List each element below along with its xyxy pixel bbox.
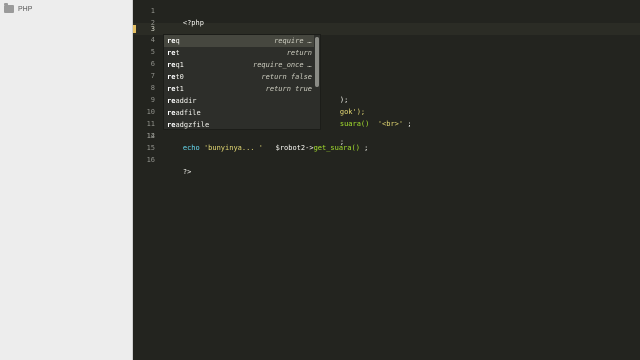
sidebar-folder-php[interactable]: PHP — [4, 3, 32, 15]
line-number: 10 — [146, 108, 155, 116]
completion-trigger: readdir — [167, 97, 197, 105]
completion-hint: return false — [261, 73, 312, 81]
autocomplete-item[interactable]: ret return — [164, 47, 314, 59]
line-number: 9 — [150, 96, 155, 104]
autocomplete-item[interactable]: ret1 return true — [164, 83, 314, 95]
completion-hint: require … — [274, 37, 312, 45]
folder-icon — [4, 3, 14, 13]
line-number: 15 — [146, 144, 155, 152]
completion-trigger: ret1 — [167, 85, 184, 93]
folder-label: PHP — [18, 5, 33, 13]
semicolon: ; — [407, 120, 412, 128]
completion-hint: require_once … — [252, 61, 312, 69]
code-line-16: ?> — [166, 154, 191, 176]
completion-hint: return true — [265, 85, 312, 93]
semicolon: ; — [364, 144, 369, 152]
completion-trigger: readgzfile — [167, 121, 210, 129]
line-number: 7 — [150, 72, 155, 80]
line-number: 8 — [150, 84, 155, 92]
completion-trigger: req1 — [167, 61, 184, 69]
line-number: 5 — [150, 48, 155, 56]
line-number: 11 — [146, 120, 155, 128]
autocomplete-item[interactable]: req require … — [164, 35, 314, 47]
code-line-8-tail: ); — [323, 82, 348, 104]
php-close-tag: ?> — [182, 168, 192, 176]
string-literal: 'bunyinya... ' — [203, 144, 263, 152]
code-editor[interactable]: 1 2 3 4 5 6 7 8 9 10 11 12 13 14 15 16 <… — [133, 0, 640, 360]
line-number-gutter: 1 2 3 4 5 6 7 8 9 10 11 12 13 14 15 16 — [133, 0, 157, 360]
autocomplete-item[interactable]: readgzfile — [164, 119, 314, 131]
line-number: 4 — [150, 36, 155, 44]
arrow-operator: -> — [305, 144, 314, 152]
string-literal: '<br>' — [377, 120, 404, 128]
code-line-14: echo 'bunyinya... ' $robot2->get_suara()… — [166, 130, 369, 152]
variable: $robot2 — [275, 144, 306, 152]
autocomplete-item[interactable]: readfile — [164, 107, 314, 119]
autocomplete-item[interactable]: ret0 return false — [164, 71, 314, 83]
code-line-9-tail: gok'); — [323, 94, 365, 116]
sidebar: PHP — [0, 0, 133, 360]
completion-trigger: readfile — [167, 109, 201, 117]
completion-trigger: ret0 — [167, 73, 184, 81]
line-number: 6 — [150, 60, 155, 68]
completion-trigger: ret — [167, 49, 180, 57]
autocomplete-scrollbar[interactable] — [315, 37, 319, 87]
line-number: 16 — [146, 156, 155, 164]
line-number: 14 — [146, 132, 155, 140]
autocomplete-item[interactable]: req1 require_once … — [164, 59, 314, 71]
autocomplete-item[interactable]: readdir — [164, 95, 314, 107]
code-line-10-tail: suara() '<br>' ; — [323, 106, 412, 128]
function-call: suara() — [339, 120, 370, 128]
autocomplete-popup[interactable]: req require … ret return req1 require_on… — [163, 34, 321, 130]
line-number: 1 — [150, 7, 155, 15]
completion-hint: return — [286, 49, 312, 57]
echo-keyword: echo — [182, 144, 200, 152]
code-line-1: <?php — [166, 5, 204, 27]
function-call: get_suara() — [313, 144, 360, 152]
completion-trigger: req — [167, 37, 180, 45]
